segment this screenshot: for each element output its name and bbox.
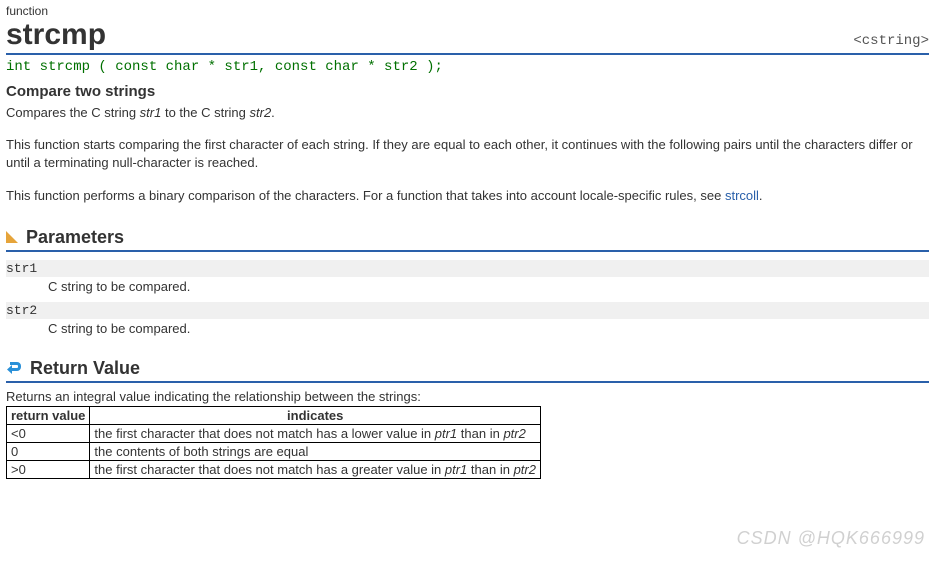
text: the first character that does not match … — [94, 426, 434, 441]
arg-em: ptr2 — [514, 462, 536, 477]
arg-em: ptr1 — [445, 462, 467, 477]
return-arrow-icon — [6, 360, 22, 376]
arg-em: str1 — [140, 105, 162, 120]
category-label: function — [6, 4, 929, 18]
page-title: strcmp — [6, 18, 106, 51]
table-header-cell: indicates — [90, 406, 541, 424]
table-header-cell: return value — [7, 406, 90, 424]
text: This function performs a binary comparis… — [6, 188, 725, 203]
header-include: <cstring> — [853, 33, 929, 49]
param-name: str1 — [6, 260, 929, 277]
description-1: Compares the C string str1 to the C stri… — [6, 104, 929, 122]
retval-cell: <0 — [7, 424, 90, 442]
text: the contents of both strings are equal — [94, 444, 308, 459]
retval-cell: >0 — [7, 460, 90, 478]
text: the first character that does not match … — [94, 462, 444, 477]
arg-em: ptr2 — [503, 426, 525, 441]
param-name: str2 — [6, 302, 929, 319]
retval-cell: 0 — [7, 442, 90, 460]
description-2: This function starts comparing the first… — [6, 136, 929, 172]
text: than in — [457, 426, 503, 441]
arg-em: ptr1 — [435, 426, 457, 441]
param-desc: C string to be compared. — [48, 279, 929, 294]
text: than in — [467, 462, 513, 477]
section-parameters-head: Parameters — [6, 227, 929, 252]
table-row: 0 the contents of both strings are equal — [7, 442, 541, 460]
return-table: return value indicates <0 the first char… — [6, 406, 541, 479]
return-intro: Returns an integral value indicating the… — [6, 389, 929, 404]
title-row: strcmp <cstring> — [6, 18, 929, 55]
text: . — [271, 105, 275, 120]
subtitle: Compare two strings — [6, 83, 929, 100]
text: . — [759, 188, 763, 203]
indicates-cell: the first character that does not match … — [90, 424, 541, 442]
param-block: str1 C string to be compared. — [6, 260, 929, 294]
text: to the C string — [161, 105, 249, 120]
section-return-title: Return Value — [30, 358, 140, 379]
text: Compares the C string — [6, 105, 140, 120]
param-desc: C string to be compared. — [48, 321, 929, 336]
section-return-head: Return Value — [6, 358, 929, 383]
section-parameters-title: Parameters — [26, 227, 124, 248]
param-block: str2 C string to be compared. — [6, 302, 929, 336]
description-3: This function performs a binary comparis… — [6, 187, 929, 205]
indicates-cell: the contents of both strings are equal — [90, 442, 541, 460]
table-row: <0 the first character that does not mat… — [7, 424, 541, 442]
triangle-icon — [6, 231, 18, 243]
prototype-line: int strcmp ( const char * str1, const ch… — [6, 55, 929, 77]
strcoll-link[interactable]: strcoll — [725, 188, 759, 203]
table-row: >0 the first character that does not mat… — [7, 460, 541, 478]
watermark-text: CSDN @HQK666999 — [737, 528, 925, 549]
indicates-cell: the first character that does not match … — [90, 460, 541, 478]
arg-em: str2 — [250, 105, 272, 120]
table-header-row: return value indicates — [7, 406, 541, 424]
